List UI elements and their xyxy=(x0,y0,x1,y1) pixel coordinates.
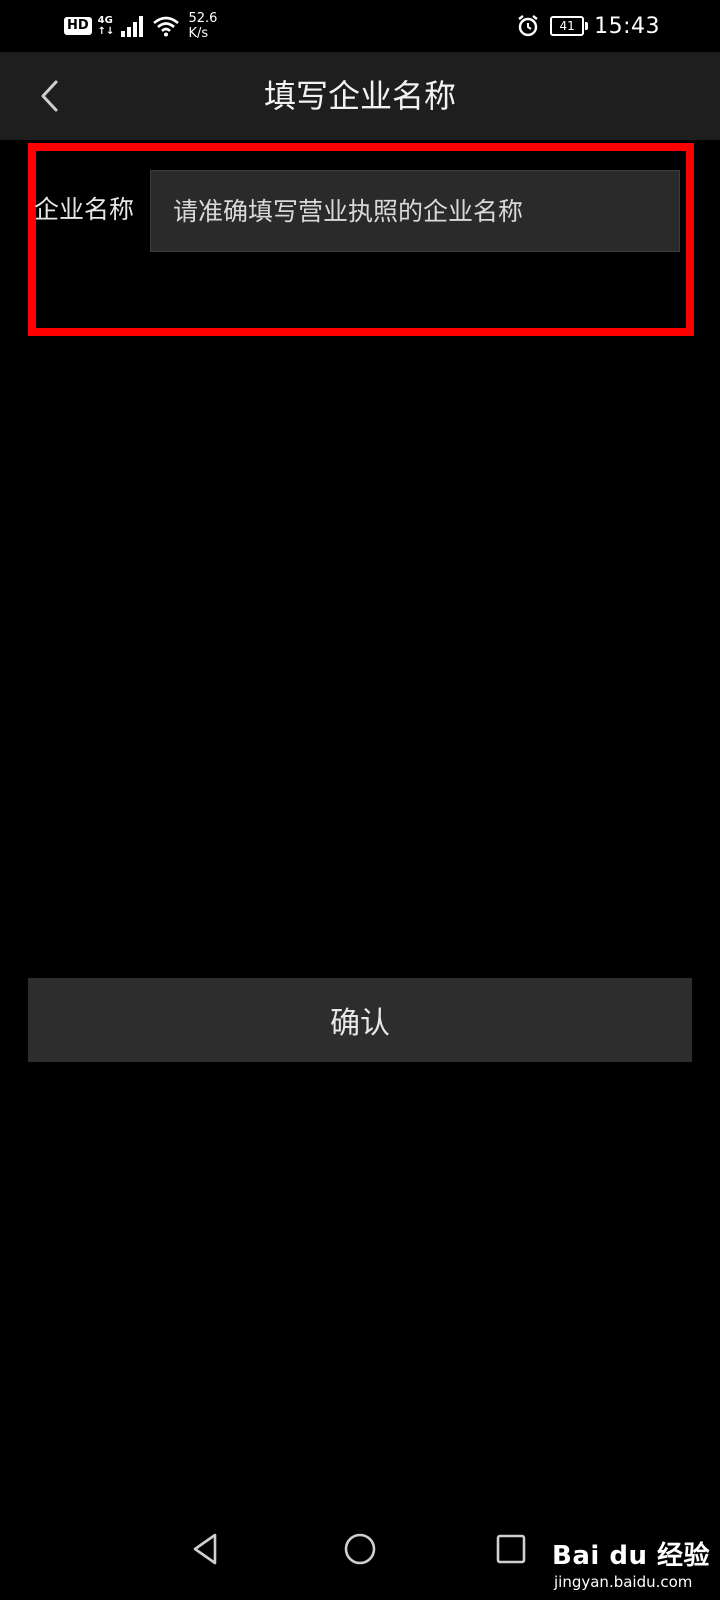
app-header: 填写企业名称 xyxy=(0,52,720,140)
speed-value: 52.6 xyxy=(188,11,218,26)
wifi-icon xyxy=(153,16,180,37)
confirm-button[interactable]: 确认 xyxy=(28,978,692,1062)
clock: 15:43 xyxy=(594,13,660,39)
recents-square-icon xyxy=(496,1534,526,1564)
status-bar: HD 4G ↑↓ 52.6 K/s 41 15:43 xyxy=(0,0,720,52)
network-type: 4G ↑↓ xyxy=(98,15,115,37)
company-name-input[interactable] xyxy=(150,170,680,252)
status-right: 41 15:43 xyxy=(516,10,660,42)
signal-icon xyxy=(121,16,144,37)
home-circle-icon xyxy=(344,1533,376,1565)
nav-recents-button[interactable] xyxy=(486,1524,536,1574)
back-triangle-icon xyxy=(193,1533,217,1565)
network-label: 4G xyxy=(97,15,113,26)
battery-indicator: 41 xyxy=(550,16,589,36)
page-title: 填写企业名称 xyxy=(263,77,456,115)
status-left: HD 4G ↑↓ 52.6 K/s xyxy=(64,10,217,42)
nav-home-button[interactable] xyxy=(335,1524,385,1574)
hd-badge: HD xyxy=(64,17,92,35)
company-name-label: 企业名称 xyxy=(34,195,135,224)
speed-unit: K/s xyxy=(188,26,209,41)
watermark-brand: Bai du 经验 xyxy=(552,1541,710,1571)
network-speed: 52.6 K/s xyxy=(188,11,217,41)
chevron-left-icon xyxy=(41,80,58,112)
nav-back-button[interactable] xyxy=(180,1524,230,1574)
baidu-jingyan-watermark: Bai du 经验 jingyan.baidu.com xyxy=(552,1535,712,1591)
network-activity: ↑↓ xyxy=(97,26,115,37)
back-button[interactable] xyxy=(26,72,74,120)
watermark-url: jingyan.baidu.com xyxy=(554,1573,693,1591)
alarm-icon xyxy=(518,15,538,37)
